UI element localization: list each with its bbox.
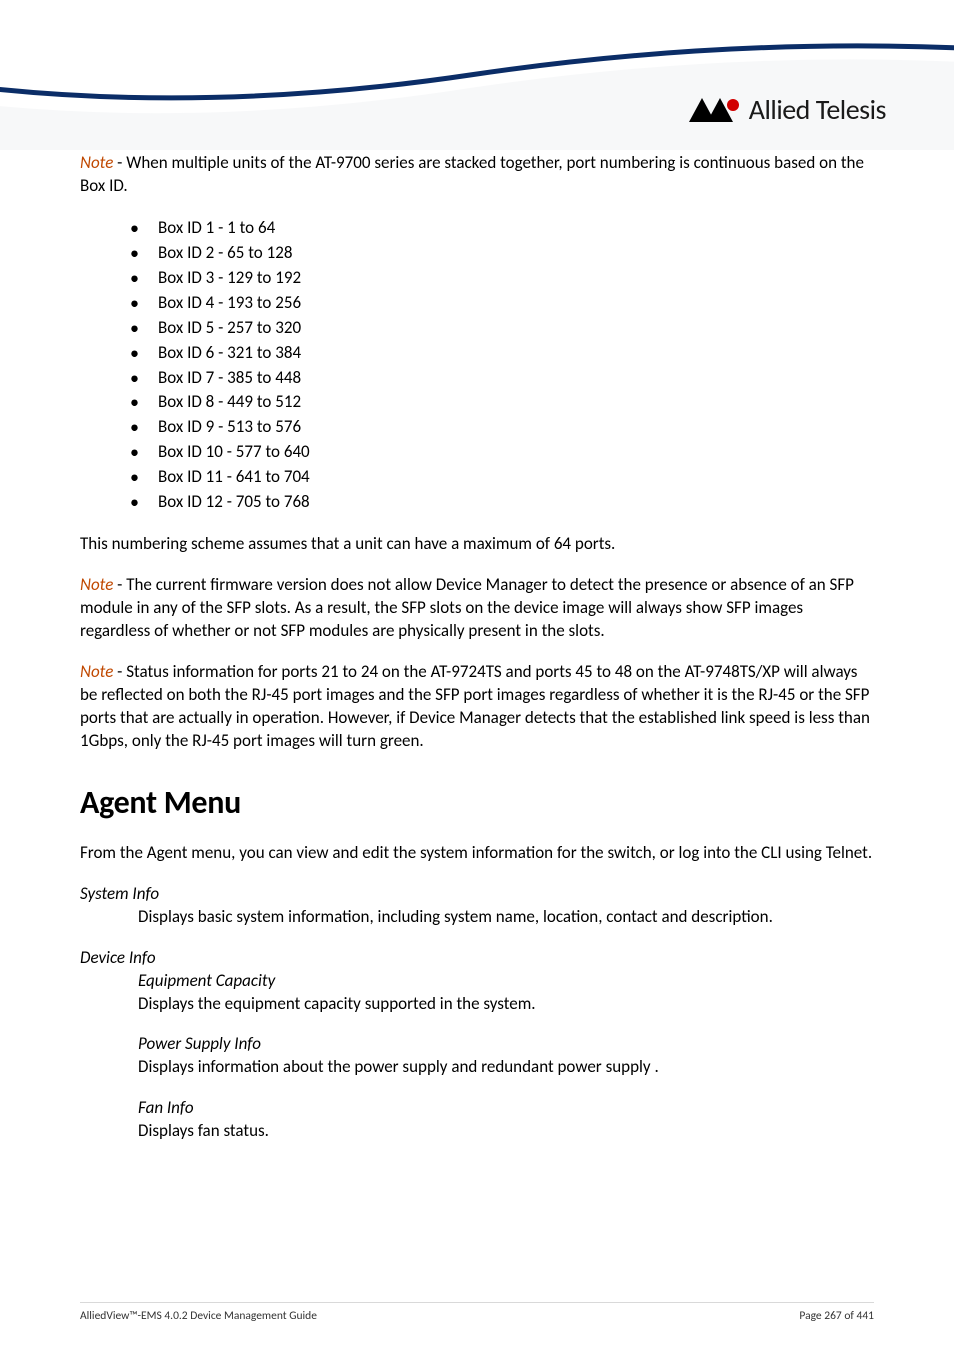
sub-power-supply: Power Supply Info Displays information a… xyxy=(80,1033,874,1079)
note-paragraph-2: Note - The current firmware version does… xyxy=(80,574,874,643)
list-item: Box ID 6 - 321 to 384 xyxy=(158,341,874,366)
list-item-label: Box ID 8 - 449 to 512 xyxy=(158,391,301,412)
note-label: Note xyxy=(80,152,113,173)
desc-equipment-capacity: Displays the equipment capacity supporte… xyxy=(138,993,874,1016)
desc-power-supply: Displays information about the power sup… xyxy=(138,1056,874,1079)
note-text: - The current firmware version does not … xyxy=(80,574,854,641)
list-item: Box ID 3 - 129 to 192 xyxy=(158,266,874,291)
term-power-supply: Power Supply Info xyxy=(138,1033,874,1056)
agent-menu-heading: Agent Menu xyxy=(80,781,874,824)
note-text: - Status information for ports 21 to 24 … xyxy=(80,661,870,751)
list-item-label: Box ID 11 - 641 to 704 xyxy=(158,466,310,487)
page-header: Allied Telesis xyxy=(80,30,874,140)
brand-name: Allied Telesis xyxy=(749,92,886,127)
list-item-label: Box ID 7 - 385 to 448 xyxy=(158,367,301,388)
list-item: Box ID 5 - 257 to 320 xyxy=(158,316,874,341)
list-item: Box ID 1 - 1 to 64 xyxy=(158,216,874,241)
note-text: - When multiple units of the AT-9700 ser… xyxy=(80,152,864,196)
note-label: Note xyxy=(80,661,113,682)
list-item-label: Box ID 6 - 321 to 384 xyxy=(158,342,301,363)
list-item: Box ID 4 - 193 to 256 xyxy=(158,291,874,316)
list-item: Box ID 12 - 705 to 768 xyxy=(158,490,874,515)
list-item-label: Box ID 12 - 705 to 768 xyxy=(158,491,310,512)
term-device-info: Device Info xyxy=(80,947,874,970)
list-item: Box ID 8 - 449 to 512 xyxy=(158,390,874,415)
brand-logo: Allied Telesis xyxy=(689,92,886,127)
list-item: Box ID 7 - 385 to 448 xyxy=(158,366,874,391)
definition-system-info: System Info Displays basic system inform… xyxy=(80,883,874,929)
list-item-label: Box ID 3 - 129 to 192 xyxy=(158,267,301,288)
page-content: Note - When multiple units of the AT-970… xyxy=(80,152,874,1143)
list-item-label: Box ID 1 - 1 to 64 xyxy=(158,217,275,238)
list-item-label: Box ID 2 - 65 to 128 xyxy=(158,242,292,263)
paragraph-max-ports: This numbering scheme assumes that a uni… xyxy=(80,533,874,556)
box-id-list: Box ID 1 - 1 to 64 Box ID 2 - 65 to 128 … xyxy=(80,216,874,515)
brand-mark-icon xyxy=(689,96,741,124)
footer-page-number: Page 267 of 441 xyxy=(799,1309,874,1323)
sub-fan-info: Fan Info Displays fan status. xyxy=(80,1097,874,1143)
list-item-label: Box ID 9 - 513 to 576 xyxy=(158,416,301,437)
list-item-label: Box ID 10 - 577 to 640 xyxy=(158,441,310,462)
note-paragraph-3: Note - Status information for ports 21 t… xyxy=(80,661,874,753)
definition-device-info: Device Info Equipment Capacity Displays … xyxy=(80,947,874,1144)
page-footer: AlliedView™-EMS 4.0.2 Device Management … xyxy=(80,1302,874,1323)
footer-title: AlliedView™-EMS 4.0.2 Device Management … xyxy=(80,1309,317,1323)
desc-system-info: Displays basic system information, inclu… xyxy=(80,906,874,929)
note-paragraph-1: Note - When multiple units of the AT-970… xyxy=(80,152,874,198)
agent-menu-intro: From the Agent menu, you can view and ed… xyxy=(80,842,874,865)
list-item-label: Box ID 5 - 257 to 320 xyxy=(158,317,301,338)
list-item: Box ID 10 - 577 to 640 xyxy=(158,440,874,465)
sub-equipment-capacity: Equipment Capacity Displays the equipmen… xyxy=(80,970,874,1016)
list-item: Box ID 2 - 65 to 128 xyxy=(158,241,874,266)
list-item-label: Box ID 4 - 193 to 256 xyxy=(158,292,301,313)
list-item: Box ID 11 - 641 to 704 xyxy=(158,465,874,490)
list-item: Box ID 9 - 513 to 576 xyxy=(158,415,874,440)
term-equipment-capacity: Equipment Capacity xyxy=(138,970,874,993)
desc-fan-info: Displays fan status. xyxy=(138,1120,874,1143)
note-label: Note xyxy=(80,574,113,595)
term-system-info: System Info xyxy=(80,883,874,906)
term-fan-info: Fan Info xyxy=(138,1097,874,1120)
